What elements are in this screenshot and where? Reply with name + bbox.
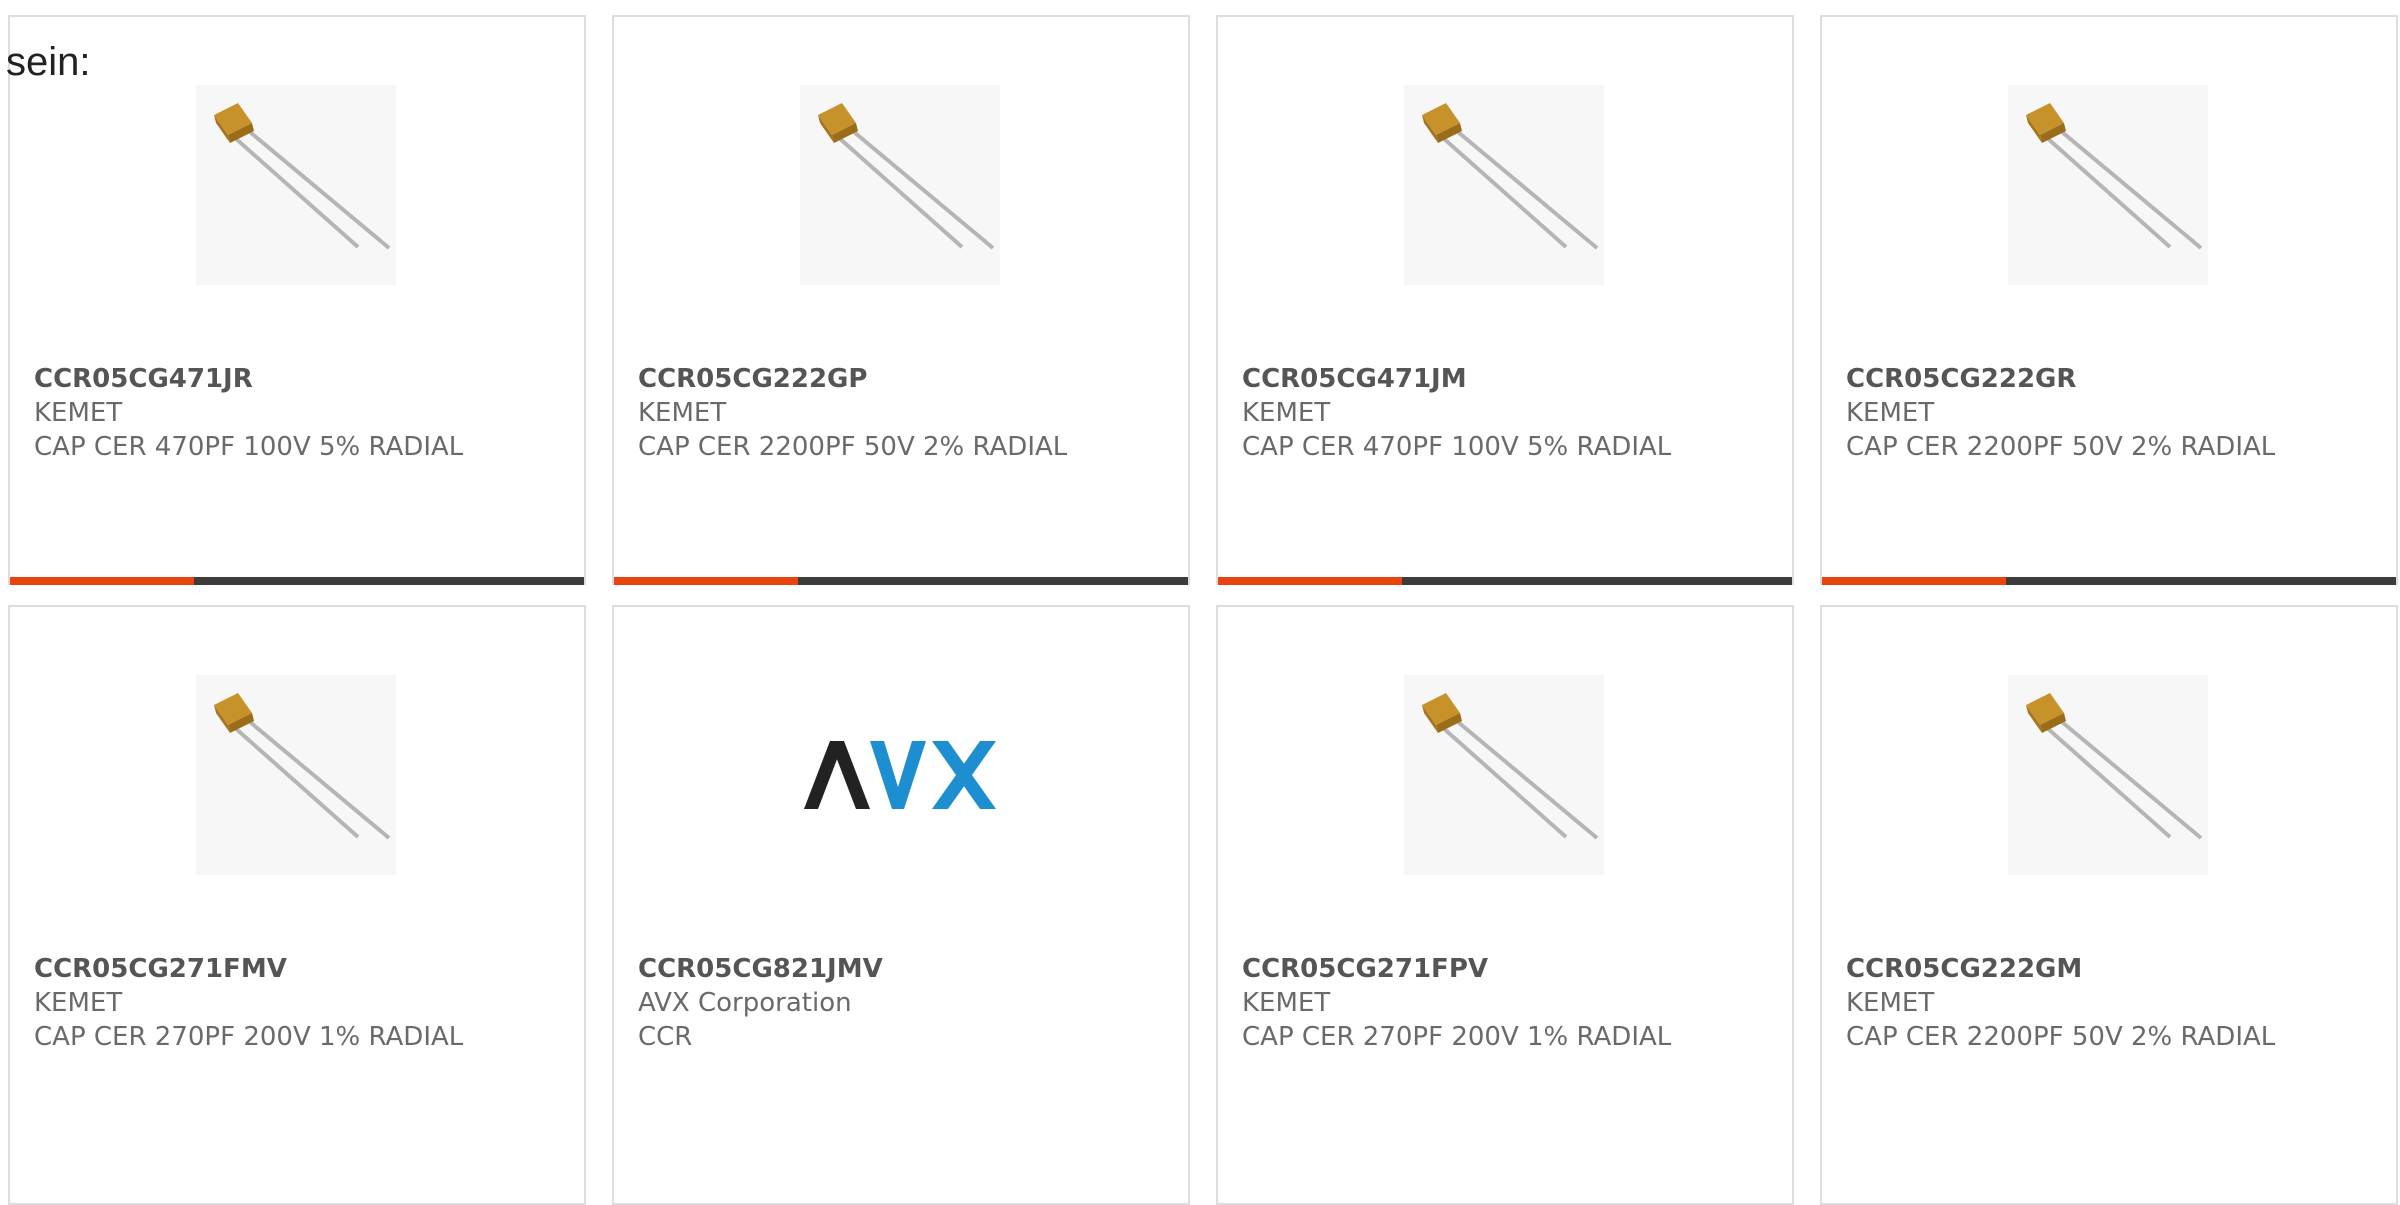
progress-fill	[1822, 577, 2006, 585]
product-grid: CCR05CG471JR KEMET CAP CER 470PF 100V 5%…	[8, 15, 2400, 1205]
progress-bar	[10, 577, 584, 585]
part-number[interactable]: CCR05CG471JR	[34, 362, 574, 396]
product-info: CCR05CG471JR KEMET CAP CER 470PF 100V 5%…	[34, 362, 574, 464]
part-number[interactable]: CCR05CG222GP	[638, 362, 1178, 396]
product-card[interactable]: CCR05CG271FPV KEMET CAP CER 270PF 200V 1…	[1216, 605, 1794, 1205]
part-number[interactable]: CCR05CG471JM	[1242, 362, 1782, 396]
manufacturer: KEMET	[1242, 988, 1331, 1018]
part-number[interactable]: CCR05CG271FPV	[1242, 952, 1782, 986]
part-number[interactable]: CCR05CG222GM	[1846, 952, 2386, 986]
description: CAP CER 270PF 200V 1% RADIAL	[34, 1022, 464, 1052]
part-number[interactable]: CCR05CG271FMV	[34, 952, 574, 986]
capacitor-icon	[214, 103, 391, 250]
description: CCR	[638, 1022, 693, 1052]
progress-bar	[1218, 577, 1792, 585]
description: CAP CER 270PF 200V 1% RADIAL	[1242, 1022, 1672, 1052]
progress-fill	[1218, 577, 1402, 585]
capacitor-icon	[818, 103, 995, 250]
capacitor-icon	[214, 693, 391, 840]
manufacturer: KEMET	[638, 398, 727, 428]
capacitor-image	[1404, 675, 1604, 875]
capacitor-image	[196, 675, 396, 875]
capacitor-icon	[1422, 103, 1599, 250]
product-card[interactable]: CCR05CG222GP KEMET CAP CER 2200PF 50V 2%…	[612, 15, 1190, 585]
product-info: CCR05CG222GR KEMET CAP CER 2200PF 50V 2%…	[1846, 362, 2386, 464]
description: CAP CER 470PF 100V 5% RADIAL	[34, 432, 464, 462]
capacitor-image	[196, 85, 396, 285]
intro-text: sein:	[6, 40, 91, 84]
product-card[interactable]: CCR05CG271FMV KEMET CAP CER 270PF 200V 1…	[8, 605, 586, 1205]
product-info: CCR05CG222GP KEMET CAP CER 2200PF 50V 2%…	[638, 362, 1178, 464]
capacitor-image	[1404, 85, 1604, 285]
progress-bar	[614, 577, 1188, 585]
manufacturer: KEMET	[34, 398, 123, 428]
description: CAP CER 2200PF 50V 2% RADIAL	[1846, 1022, 2276, 1052]
capacitor-icon	[2026, 693, 2203, 840]
capacitor-image	[2008, 85, 2208, 285]
capacitor-image	[2008, 675, 2208, 875]
product-card[interactable]: CCR05CG222GR KEMET CAP CER 2200PF 50V 2%…	[1820, 15, 2398, 585]
capacitor-image	[800, 85, 1000, 285]
part-number[interactable]: CCR05CG821JMV	[638, 952, 1178, 986]
manufacturer: AVX Corporation	[638, 988, 852, 1018]
product-info: CCR05CG271FMV KEMET CAP CER 270PF 200V 1…	[34, 952, 574, 1054]
progress-bar	[1822, 577, 2396, 585]
manufacturer: KEMET	[1242, 398, 1331, 428]
manufacturer: KEMET	[1846, 398, 1935, 428]
description: CAP CER 470PF 100V 5% RADIAL	[1242, 432, 1672, 462]
description: CAP CER 2200PF 50V 2% RADIAL	[638, 432, 1068, 462]
capacitor-icon	[2026, 103, 2203, 250]
progress-fill	[614, 577, 798, 585]
progress-fill	[10, 577, 194, 585]
product-info: CCR05CG821JMV AVX Corporation CCR	[638, 952, 1178, 1054]
product-info: CCR05CG222GM KEMET CAP CER 2200PF 50V 2%…	[1846, 952, 2386, 1054]
avx-logo-icon	[804, 741, 996, 809]
product-card[interactable]: CCR05CG821JMV AVX Corporation CCR	[612, 605, 1190, 1205]
product-info: CCR05CG271FPV KEMET CAP CER 270PF 200V 1…	[1242, 952, 1782, 1054]
product-card[interactable]: CCR05CG222GM KEMET CAP CER 2200PF 50V 2%…	[1820, 605, 2398, 1205]
part-number[interactable]: CCR05CG222GR	[1846, 362, 2386, 396]
product-card[interactable]: CCR05CG471JM KEMET CAP CER 470PF 100V 5%…	[1216, 15, 1794, 585]
product-info: CCR05CG471JM KEMET CAP CER 470PF 100V 5%…	[1242, 362, 1782, 464]
product-card[interactable]: CCR05CG471JR KEMET CAP CER 470PF 100V 5%…	[8, 15, 586, 585]
avx-logo	[800, 675, 1000, 875]
manufacturer: KEMET	[1846, 988, 1935, 1018]
capacitor-icon	[1422, 693, 1599, 840]
manufacturer: KEMET	[34, 988, 123, 1018]
description: CAP CER 2200PF 50V 2% RADIAL	[1846, 432, 2276, 462]
